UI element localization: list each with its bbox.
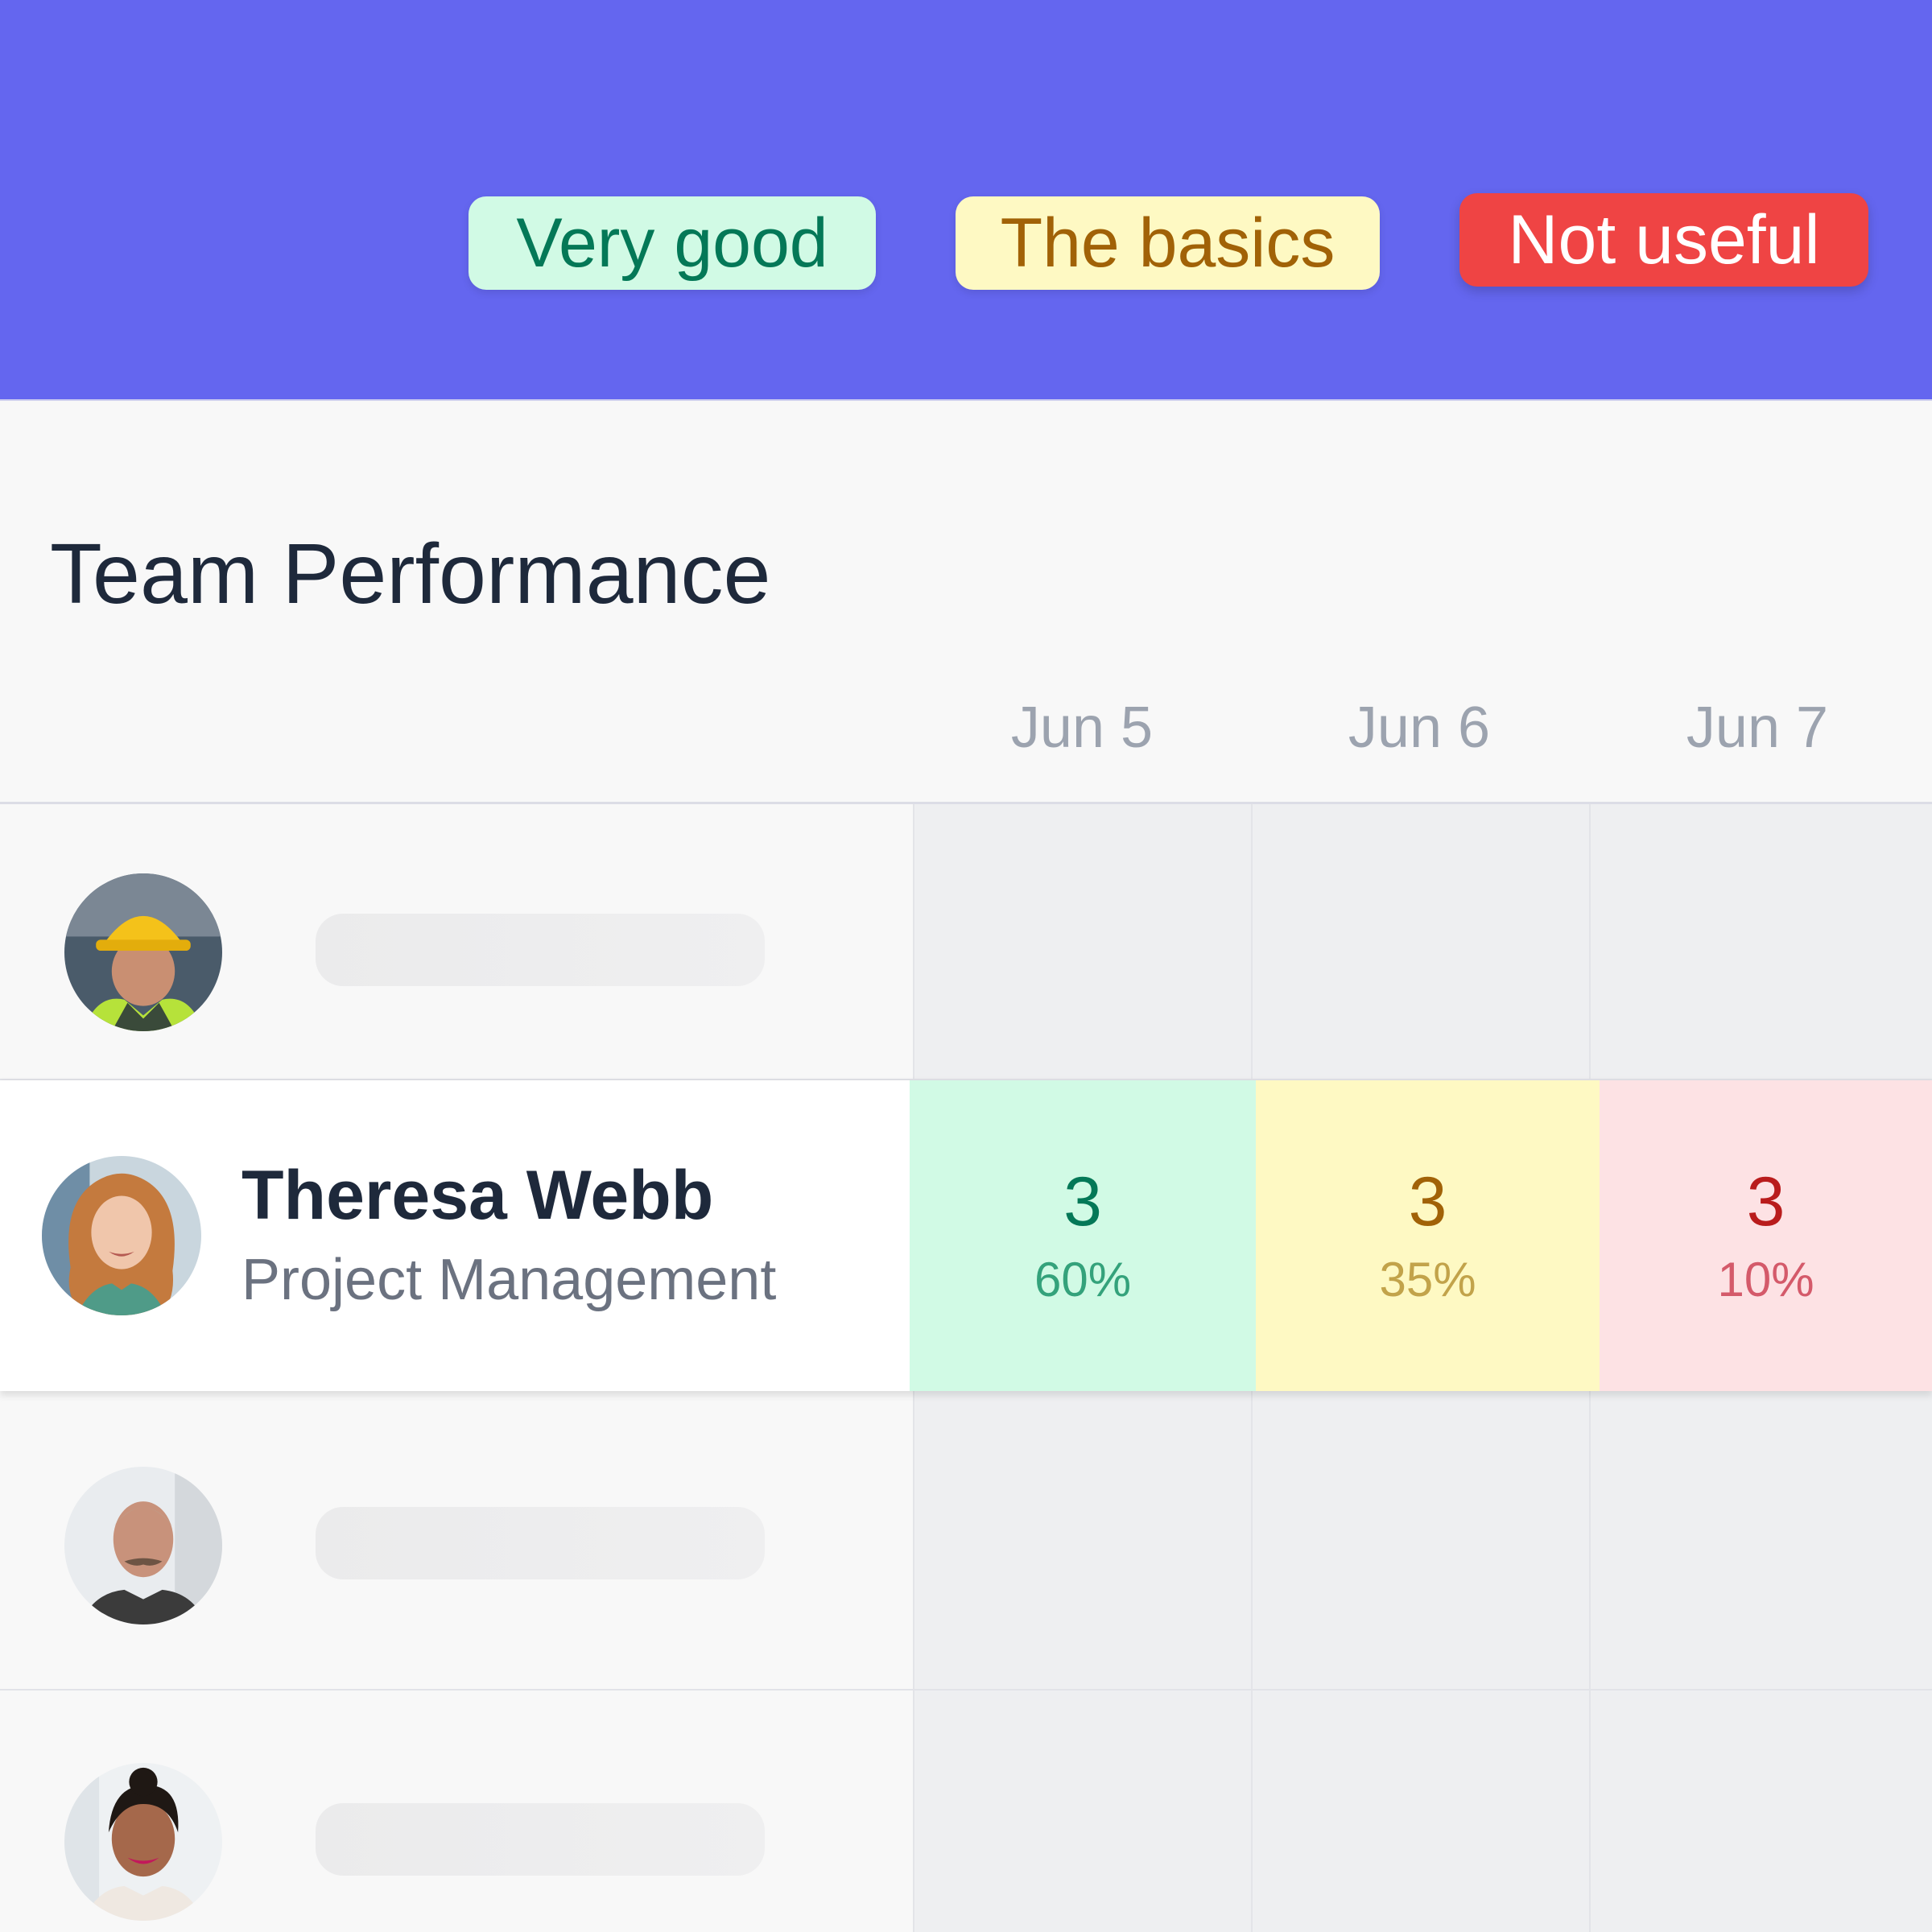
score-count: 3 [1746,1163,1785,1241]
score-cell-empty [1589,1391,1932,1690]
score-cell-empty [913,1690,1251,1932]
avatar-theresa-icon [42,1156,201,1315]
table-row[interactable] [0,1690,1932,1932]
score-percent: 35% [1379,1253,1476,1307]
score-cell-empty [913,804,1251,1080]
table-row-highlighted[interactable]: Theresa Webb Project Management 3 60% 3 … [0,1080,1932,1391]
legend-the-basics[interactable]: The basics [956,196,1380,290]
column-header-jun-6: Jun 6 [1348,696,1491,760]
avatar-worker-icon [64,873,222,1031]
avatar [42,1156,201,1315]
score-cell-empty [1251,1690,1589,1932]
score-cell-the-basics[interactable]: 3 35% [1256,1080,1600,1391]
placeholder-name-bar [316,1507,765,1579]
avatar [64,873,222,1031]
score-cell-very-good[interactable]: 3 60% [910,1080,1256,1391]
legend-very-good[interactable]: Very good [469,196,876,290]
score-percent: 60% [1034,1253,1132,1307]
score-count: 3 [1408,1163,1447,1241]
score-cell-empty [1251,804,1589,1080]
score-cell-not-useful[interactable]: 3 10% [1600,1080,1932,1391]
placeholder-name-bar [316,1803,765,1876]
legend-not-useful[interactable]: Not useful [1459,193,1868,287]
member-role: Project Management [242,1248,777,1312]
avatar-woman-icon [64,1763,222,1921]
score-cell-empty [1251,1391,1589,1690]
header-band: Very good The basics Not useful [0,0,1932,401]
member-name[interactable]: Theresa Webb [242,1161,713,1230]
page-title: Team Performance [50,526,771,621]
score-cell-empty [1589,804,1932,1080]
table-row[interactable] [0,804,1932,1080]
placeholder-name-bar [316,914,765,986]
column-header-jun-5: Jun 5 [1010,696,1154,760]
score-cell-empty [1589,1690,1932,1932]
column-header-jun-7: Jun 7 [1686,696,1829,760]
avatar [64,1763,222,1921]
score-cell-empty [913,1391,1251,1690]
table-row[interactable] [0,1391,1932,1690]
score-percent: 10% [1717,1253,1814,1307]
score-count: 3 [1063,1163,1102,1241]
avatar-man-icon [64,1467,222,1624]
avatar [64,1467,222,1624]
